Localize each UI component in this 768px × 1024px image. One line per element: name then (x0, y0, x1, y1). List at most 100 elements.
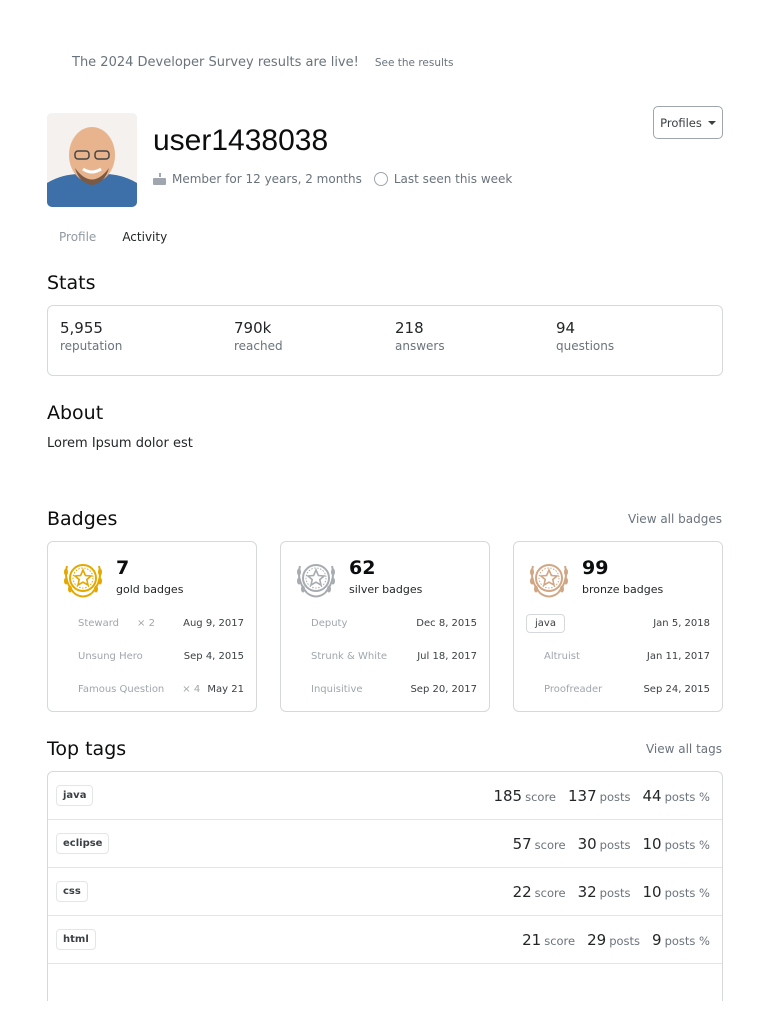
stat-label: reputation (60, 339, 123, 353)
stat-value: 5,955 (60, 319, 103, 337)
stats-box: 5,955 reputation 790k reached 218 answers 9… (47, 305, 723, 376)
badge-name[interactable]: Altruist (544, 651, 580, 662)
posts-label: posts (599, 886, 631, 900)
profile-tabs: Profile Activity (59, 230, 167, 244)
last-seen: Last seen this week (393, 172, 513, 186)
tag-row: java 185 score 137 posts 44 posts % (48, 772, 722, 820)
user-meta: Member for 12 years, 2 months Last seen … (153, 172, 512, 186)
badge-count: 7 (116, 557, 130, 579)
badge-tag-chip[interactable]: java (526, 613, 565, 633)
badge-name[interactable]: Steward (78, 618, 119, 629)
badge-row[interactable]: java Jan 5, 2018 (526, 612, 710, 634)
stat-reached: 790k reached (234, 319, 283, 353)
tab-profile[interactable]: Profile (59, 230, 96, 244)
badge-row[interactable]: Inquisitive Sep 20, 2017 (293, 678, 477, 700)
about-text: Lorem Ipsum dolor est (47, 436, 193, 451)
badge-name[interactable]: Strunk & White (311, 651, 387, 662)
avatar (47, 113, 137, 207)
badge-date: Jan 11, 2017 (646, 650, 710, 662)
caret-down-icon (707, 120, 716, 125)
badge-name[interactable]: Famous Question (78, 684, 164, 695)
badge-name[interactable]: Deputy (311, 618, 347, 629)
score-label: score (525, 790, 557, 804)
tag-posts-pct: 10 (642, 883, 662, 901)
see-results-link[interactable]: See the results (375, 57, 454, 69)
score-label: score (534, 838, 566, 852)
tag-posts: 29 (587, 931, 607, 949)
stat-questions: 94 questions (556, 319, 614, 353)
tag-row: html 21 score 29 posts 9 posts % (48, 916, 722, 964)
badge-row[interactable]: Proofreader Sep 24, 2015 (526, 678, 710, 700)
badge-name[interactable]: Inquisitive (311, 684, 363, 695)
stat-label: answers (395, 339, 445, 353)
posts-pct-label: posts % (664, 886, 710, 900)
tag-stats: 57 score 30 posts 10 posts % (513, 834, 710, 853)
tag-score: 57 (512, 835, 532, 853)
badge-medal-icon (297, 564, 335, 598)
badge-card-bronze: 99 bronze badges java Jan 5, 2018 Altruist J… (513, 541, 723, 712)
posts-pct-label: posts % (664, 838, 710, 852)
member-since: Member for 12 years, 2 months (172, 172, 362, 186)
tag-row: css 22 score 32 posts 10 posts % (48, 868, 722, 916)
badge-kind: bronze badges (582, 583, 664, 596)
view-all-badges-link[interactable]: View all badges (628, 512, 722, 526)
username: user1438038 (153, 124, 329, 157)
badge-medal-icon (530, 564, 568, 598)
badge-kind: gold badges (116, 583, 184, 596)
badge-date: Dec 8, 2015 (416, 617, 477, 629)
tag-chip[interactable]: java (56, 785, 94, 806)
stat-value: 94 (556, 319, 576, 337)
posts-label: posts (599, 790, 631, 804)
badge-date: Sep 24, 2015 (643, 683, 710, 695)
badge-row[interactable]: Deputy Dec 8, 2015 (293, 612, 477, 634)
badge-medal-icon (64, 564, 102, 598)
tag-chip[interactable]: html (56, 929, 96, 950)
posts-pct-label: posts % (664, 790, 710, 804)
badge-date: Sep 20, 2017 (410, 683, 477, 695)
badge-card-silver: 62 silver badges Deputy Dec 8, 2015 Strunk … (280, 541, 490, 712)
badge-multiplier: × 4 (182, 683, 201, 695)
badge-date: Jul 18, 2017 (417, 650, 477, 662)
badge-row[interactable]: Strunk & White Jul 18, 2017 (293, 645, 477, 667)
tag-chip[interactable]: eclipse (56, 833, 110, 854)
stat-reputation: 5,955 reputation (60, 319, 122, 353)
badge-count: 99 (582, 557, 609, 579)
badge-date: May 21 (207, 683, 244, 695)
badge-date: Aug 9, 2017 (183, 617, 244, 629)
stats-heading: Stats (47, 272, 96, 294)
badge-row[interactable]: Steward × 2 Aug 9, 2017 (60, 612, 244, 634)
badges-heading: Badges (47, 508, 118, 530)
tag-posts: 137 (568, 787, 597, 805)
view-all-tags-link[interactable]: View all tags (646, 742, 722, 756)
badge-name[interactable]: Proofreader (544, 684, 602, 695)
badge-row[interactable]: Unsung Hero Sep 4, 2015 (60, 645, 244, 667)
top-tags-heading: Top tags (47, 738, 127, 760)
profiles-dropdown-button[interactable]: Profiles (653, 106, 723, 139)
cake-icon (153, 173, 166, 185)
badge-count: 62 (349, 557, 376, 579)
posts-label: posts (609, 934, 641, 948)
tag-stats: 22 score 32 posts 10 posts % (513, 882, 710, 901)
badge-name[interactable]: Unsung Hero (78, 651, 143, 662)
about-heading: About (47, 402, 104, 424)
clock-icon (373, 172, 388, 186)
stat-label: reached (234, 339, 283, 353)
tag-stats: 185 score 137 posts 44 posts % (493, 786, 710, 805)
tag-chip[interactable]: css (56, 881, 88, 902)
tab-activity[interactable]: Activity (122, 230, 167, 244)
score-label: score (534, 886, 566, 900)
badge-multiplier: × 2 (137, 617, 155, 629)
tag-posts-pct: 44 (642, 787, 662, 805)
badge-card-gold: 7 gold badges Steward × 2 Aug 9, 2017 Unsung… (47, 541, 257, 712)
badge-row[interactable]: Famous Question × 4 May 21 (60, 678, 244, 700)
stat-label: questions (556, 339, 615, 353)
announcement-banner: The 2024 Developer Survey results are li… (72, 55, 454, 70)
stat-answers: 218 answers (395, 319, 445, 353)
stat-value: 790k (234, 319, 272, 337)
tag-score: 185 (493, 787, 523, 805)
tag-stats: 21 score 29 posts 9 posts % (522, 930, 710, 949)
tag-posts: 32 (577, 883, 597, 901)
badge-row[interactable]: Altruist Jan 11, 2017 (526, 645, 710, 667)
tag-score: 21 (522, 931, 542, 949)
tag-posts: 30 (577, 835, 597, 853)
